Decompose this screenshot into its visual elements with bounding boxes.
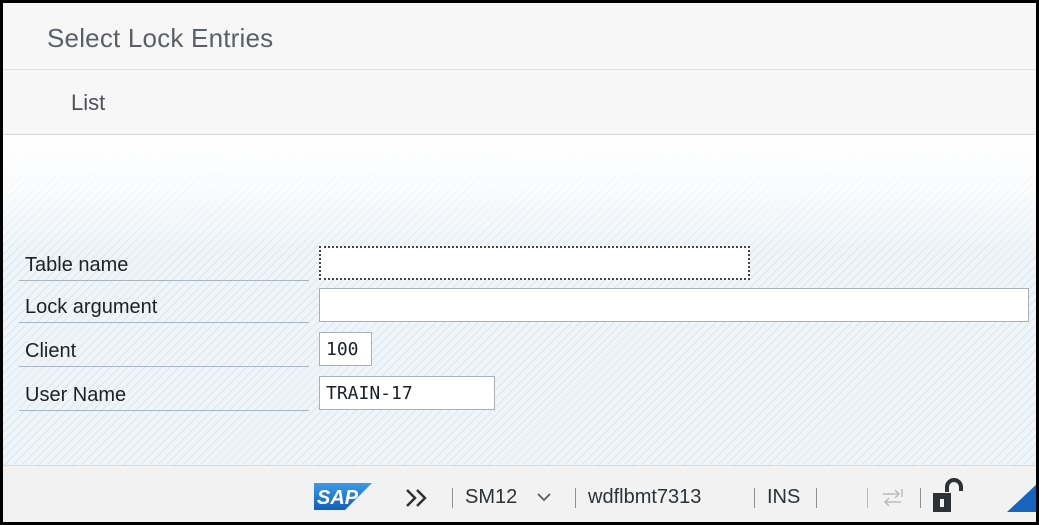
selection-screen: Table name Lock argument Client User Nam… — [3, 135, 1036, 465]
client-input[interactable] — [319, 332, 372, 366]
server-name: wdflbmt7313 — [588, 486, 702, 508]
table-name-row: Table name — [19, 245, 1029, 281]
page-title: Select Lock Entries — [47, 23, 274, 53]
status-separator — [754, 488, 755, 508]
lock-argument-row: Lock argument — [19, 287, 1029, 323]
double-chevron-right-icon[interactable] — [405, 488, 429, 508]
status-separator — [920, 488, 921, 508]
menu-item-list[interactable]: List — [71, 90, 105, 116]
transfer-arrows-icon — [883, 489, 903, 507]
user-name-row: User Name — [19, 375, 1029, 411]
input-mode[interactable]: INS — [767, 484, 800, 510]
status-separator — [867, 488, 868, 508]
status-bar: SAP SM12 wdflbmt7313 INS — [3, 465, 1037, 522]
resize-corner-icon[interactable] — [1007, 484, 1037, 512]
menu-bar: List — [3, 70, 1036, 135]
lock-argument-label: Lock argument — [19, 287, 309, 323]
status-separator — [575, 488, 576, 508]
sap-logo-text: SAP — [317, 487, 359, 509]
client-label: Client — [19, 331, 309, 367]
lock-argument-input[interactable] — [319, 288, 1029, 322]
user-name-label: User Name — [19, 375, 309, 411]
user-name-input[interactable] — [319, 376, 495, 410]
sap-window: Select Lock Entries List Table name Lock… — [0, 0, 1039, 525]
transaction-code[interactable]: SM12 — [465, 484, 517, 510]
sap-logo: SAP — [314, 483, 372, 510]
unlock-icon[interactable] — [931, 478, 965, 514]
table-name-input[interactable] — [319, 246, 750, 280]
status-separator — [816, 488, 817, 508]
title-bar: Select Lock Entries — [3, 3, 1036, 70]
status-separator — [452, 488, 453, 508]
table-name-label: Table name — [19, 245, 309, 281]
chevron-down-icon[interactable] — [537, 492, 551, 502]
client-row: Client — [19, 331, 1029, 367]
